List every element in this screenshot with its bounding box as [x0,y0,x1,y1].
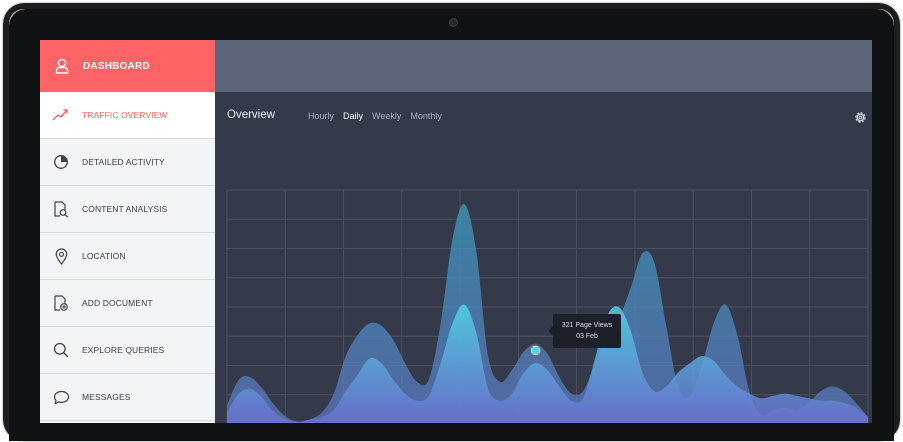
chart-tooltip: 321 Page Views 03 Feb [548,314,621,348]
sidebar-item-label: TRAFFIC OVERVIEW [82,110,168,120]
sidebar-item-label: MESSAGES [82,392,131,402]
sidebar-item-label: DETAILED ACTIVITY [82,157,165,167]
sidebar-item-location[interactable]: LOCATION [40,233,215,280]
top-bar [215,40,872,92]
highlight-point [530,345,541,356]
sidebar-brand-dashboard[interactable]: DASHBOARD [40,40,215,92]
sidebar-item-label: ADD DOCUMENT [82,298,153,308]
tooltip-date: 03 Feb [576,333,598,340]
sidebar-item-detailed-activity[interactable]: DETAILED ACTIVITY [40,139,215,186]
sidebar-item-label: LOCATION [82,251,126,261]
sidebar-item-label: CONTENT ANALYSIS [82,204,168,214]
document-search-icon [40,200,82,218]
sidebar-item-add-document[interactable]: ADD DOCUMENT [40,280,215,327]
app-screen: DASHBOARD TRAFFIC OVERVIEW DETAILED ACTI… [40,40,872,423]
sidebar: DASHBOARD TRAFFIC OVERVIEW DETAILED ACTI… [40,40,215,423]
user-icon [40,58,83,74]
sidebar-item-traffic-overview[interactable]: TRAFFIC OVERVIEW [40,92,215,139]
overview-panel: Overview Hourly Daily Weekly Monthly 080… [215,92,872,423]
search-icon [40,342,82,358]
camera-dot [450,19,457,26]
sidebar-item-messages[interactable]: MESSAGES [40,374,215,421]
sidebar-item-content-analysis[interactable]: CONTENT ANALYSIS [40,186,215,233]
sidebar-item-explore-queries[interactable]: EXPLORE QUERIES [40,327,215,374]
traffic-area-chart: 0809101112131415161718192021222324252627… [226,189,869,423]
sidebar-brand-label: DASHBOARD [83,60,150,72]
sidebar-item-label: EXPLORE QUERIES [82,345,165,355]
map-pin-icon [40,247,82,265]
pie-chart-icon [40,154,82,170]
chat-bubble-icon [40,390,82,405]
document-add-icon [40,294,82,312]
tooltip-value: 321 Page Views [561,322,613,329]
trend-line-icon [40,108,82,122]
